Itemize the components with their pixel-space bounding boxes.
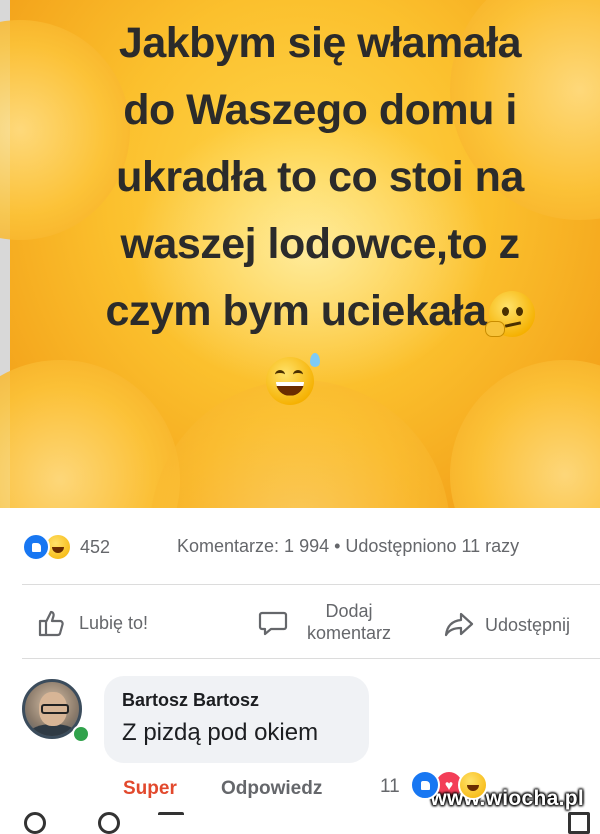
post-text-line: czym bym uciekała	[105, 287, 487, 335]
comments-shares-count[interactable]: Komentarze: 1 994 • Udostępniono 11 razy	[177, 536, 519, 557]
bottom-bookmark-icon[interactable]	[568, 812, 590, 834]
comment-icon	[258, 607, 288, 637]
comment-text: Z pizdą pod okiem	[122, 719, 319, 746]
comment-author[interactable]: Bartosz Bartosz	[122, 690, 351, 711]
add-comment-button-label: Dodaj komentarz	[306, 601, 392, 643]
laugh-emoji-row	[0, 345, 600, 412]
post-text-line: Jakbym się włamała	[118, 19, 522, 67]
grinning-sweat-emoji-icon	[266, 352, 320, 405]
share-button-label: Udostępnij	[485, 614, 571, 635]
post-text-line-with-emoji: czym bym uciekała	[40, 278, 600, 345]
post-image[interactable]: Jakbym się włamała do Waszego domu i ukr…	[0, 0, 600, 508]
thinking-face-emoji-icon	[484, 290, 535, 337]
divider	[22, 658, 600, 659]
share-arrow-icon	[443, 610, 475, 640]
reply-button[interactable]: Odpowiedz	[221, 778, 322, 800]
bottom-share-icon[interactable]	[158, 812, 184, 834]
like-button-label: Lubię to!	[79, 612, 149, 633]
haha-reaction-icon	[458, 770, 488, 800]
bottom-comment-icon[interactable]	[98, 812, 120, 834]
divider	[22, 584, 600, 585]
post-text: Jakbym się włamała do Waszego domu i ukr…	[40, 10, 600, 412]
post-text-line: waszej lodowce,to z	[120, 220, 520, 268]
thumbs-up-icon	[37, 608, 67, 638]
super-reaction-button[interactable]: Super	[123, 778, 177, 800]
comment-reaction-count[interactable]: 11	[380, 776, 400, 798]
post-text-line: do Waszego domu i	[123, 86, 517, 134]
reaction-count: 452	[80, 536, 111, 557]
like-button[interactable]: Lubię to!	[37, 608, 148, 638]
post-reactions[interactable]: 452	[22, 533, 111, 561]
like-reaction-icon	[410, 770, 440, 800]
watermark: www.wiocha.pl	[430, 787, 584, 810]
bottom-toolbar	[0, 812, 600, 834]
online-status-dot	[72, 725, 90, 743]
like-reaction-icon	[22, 533, 50, 561]
share-button[interactable]: Udostępnij	[443, 610, 570, 640]
add-comment-button[interactable]: Dodaj komentarz	[258, 600, 404, 644]
post-text-line: ukradła to co stoi na	[116, 153, 524, 201]
comment-bubble[interactable]: Bartosz Bartosz Z pizdą pod okiem	[104, 676, 369, 763]
bottom-heart-icon[interactable]	[24, 812, 46, 834]
